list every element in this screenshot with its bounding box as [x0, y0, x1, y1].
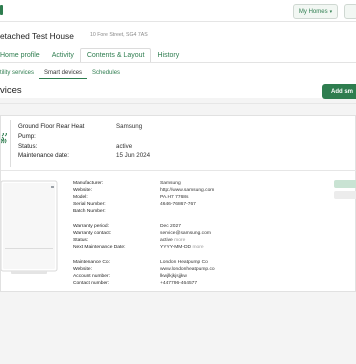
detail-label: Contact number: [73, 281, 110, 286]
detail-value: +447796-464577 [160, 281, 198, 286]
warranty-contact-link[interactable]: service@samsung.com [160, 231, 211, 236]
tab-home-profile[interactable]: Home profile [0, 52, 46, 62]
detail-label: Status: [73, 238, 89, 243]
device-card: Ground Floor Rear Heat Samsung Pump: Sta… [0, 115, 356, 292]
manufacturer-website-link[interactable]: http://www.samsung.com [160, 188, 214, 193]
section-title: vices [0, 85, 22, 96]
detail-label: Serial Number: [73, 202, 106, 207]
tab-activity[interactable]: Activity [46, 52, 80, 62]
summary-value: Samsung [116, 123, 143, 130]
tab-contents-layout[interactable]: Contents & Layout [79, 48, 152, 62]
detail-label: Batch Number: [73, 209, 106, 214]
page-title: etached Test House [0, 31, 74, 41]
house-address: 10 Fore Street, SG4 7AS [90, 32, 148, 38]
chevron-down-icon: ▾ [329, 8, 333, 15]
detail-label: Warranty contact: [73, 231, 112, 236]
device-image [1, 180, 58, 274]
detail-value: 4646-76867-767 [160, 202, 196, 207]
subtab-smart-devices[interactable]: Smart devices [39, 68, 88, 79]
tab-history[interactable]: History [151, 52, 185, 62]
detail-value: Dec 2027 [160, 224, 181, 229]
add-smart-device-button[interactable]: Add sm [322, 84, 356, 99]
detail-label: Warranty period: [73, 224, 109, 229]
maintenance-website-link[interactable]: www.londonheatpump.co [160, 267, 215, 272]
summary-label: Maintenance date: [18, 152, 69, 159]
subtab-schedules[interactable]: Schedules [87, 68, 125, 78]
remove-device-button[interactable] [334, 191, 356, 199]
detail-label: Model: [73, 195, 88, 200]
status-value: active [160, 238, 173, 243]
detail-value: YYYY-MM-DD more [160, 245, 204, 250]
main-tabs: Home profile Activity Contents & Layout … [0, 48, 185, 62]
summary-value: active [116, 143, 133, 150]
detail-value: PA.H7 7768s [160, 195, 189, 200]
menu-button[interactable] [344, 4, 356, 19]
detail-label: Next Maintenance Date: [73, 245, 126, 250]
summary-label: Ground Floor Rear Heat [18, 123, 85, 130]
top-bar: My Homes ▾ [0, 0, 356, 22]
page-header: etached Test House 10 Fore Street, SG4 7… [0, 22, 356, 98]
detail-label: Website: [73, 267, 92, 272]
card-vertical-divider [10, 120, 11, 167]
status-more-link[interactable]: more [174, 238, 185, 243]
next-maintenance-value: YYYY-MM-DD [160, 245, 192, 250]
summary-value: 15 Jun 2024 [116, 152, 151, 159]
detail-label: Manufacturer: [73, 181, 104, 186]
detail-value: Samsung [160, 181, 181, 186]
my-homes-dropdown[interactable]: My Homes ▾ [293, 4, 338, 19]
card-divider [1, 170, 356, 171]
next-maintenance-more-link[interactable]: more [192, 245, 203, 250]
my-homes-label: My Homes [298, 8, 328, 15]
logo[interactable] [0, 5, 3, 15]
detail-label: Maintenance Co: [73, 260, 110, 265]
summary-label: Status: [18, 143, 38, 150]
summary-label: Pump: [18, 133, 36, 140]
sub-tabs: tility services Smart devices Schedules [0, 66, 125, 80]
tabs-divider [0, 62, 356, 63]
subtab-utility-services[interactable]: tility services [0, 68, 39, 78]
edit-device-button[interactable] [334, 180, 356, 188]
detail-value: London Heatpump Co [160, 260, 208, 265]
detail-value: lkwjlkjkjsjjkw [160, 274, 187, 279]
detail-value: active more [160, 238, 185, 243]
section-divider [0, 103, 356, 104]
detail-label: Website: [73, 188, 92, 193]
detail-label: Account number: [73, 274, 110, 279]
